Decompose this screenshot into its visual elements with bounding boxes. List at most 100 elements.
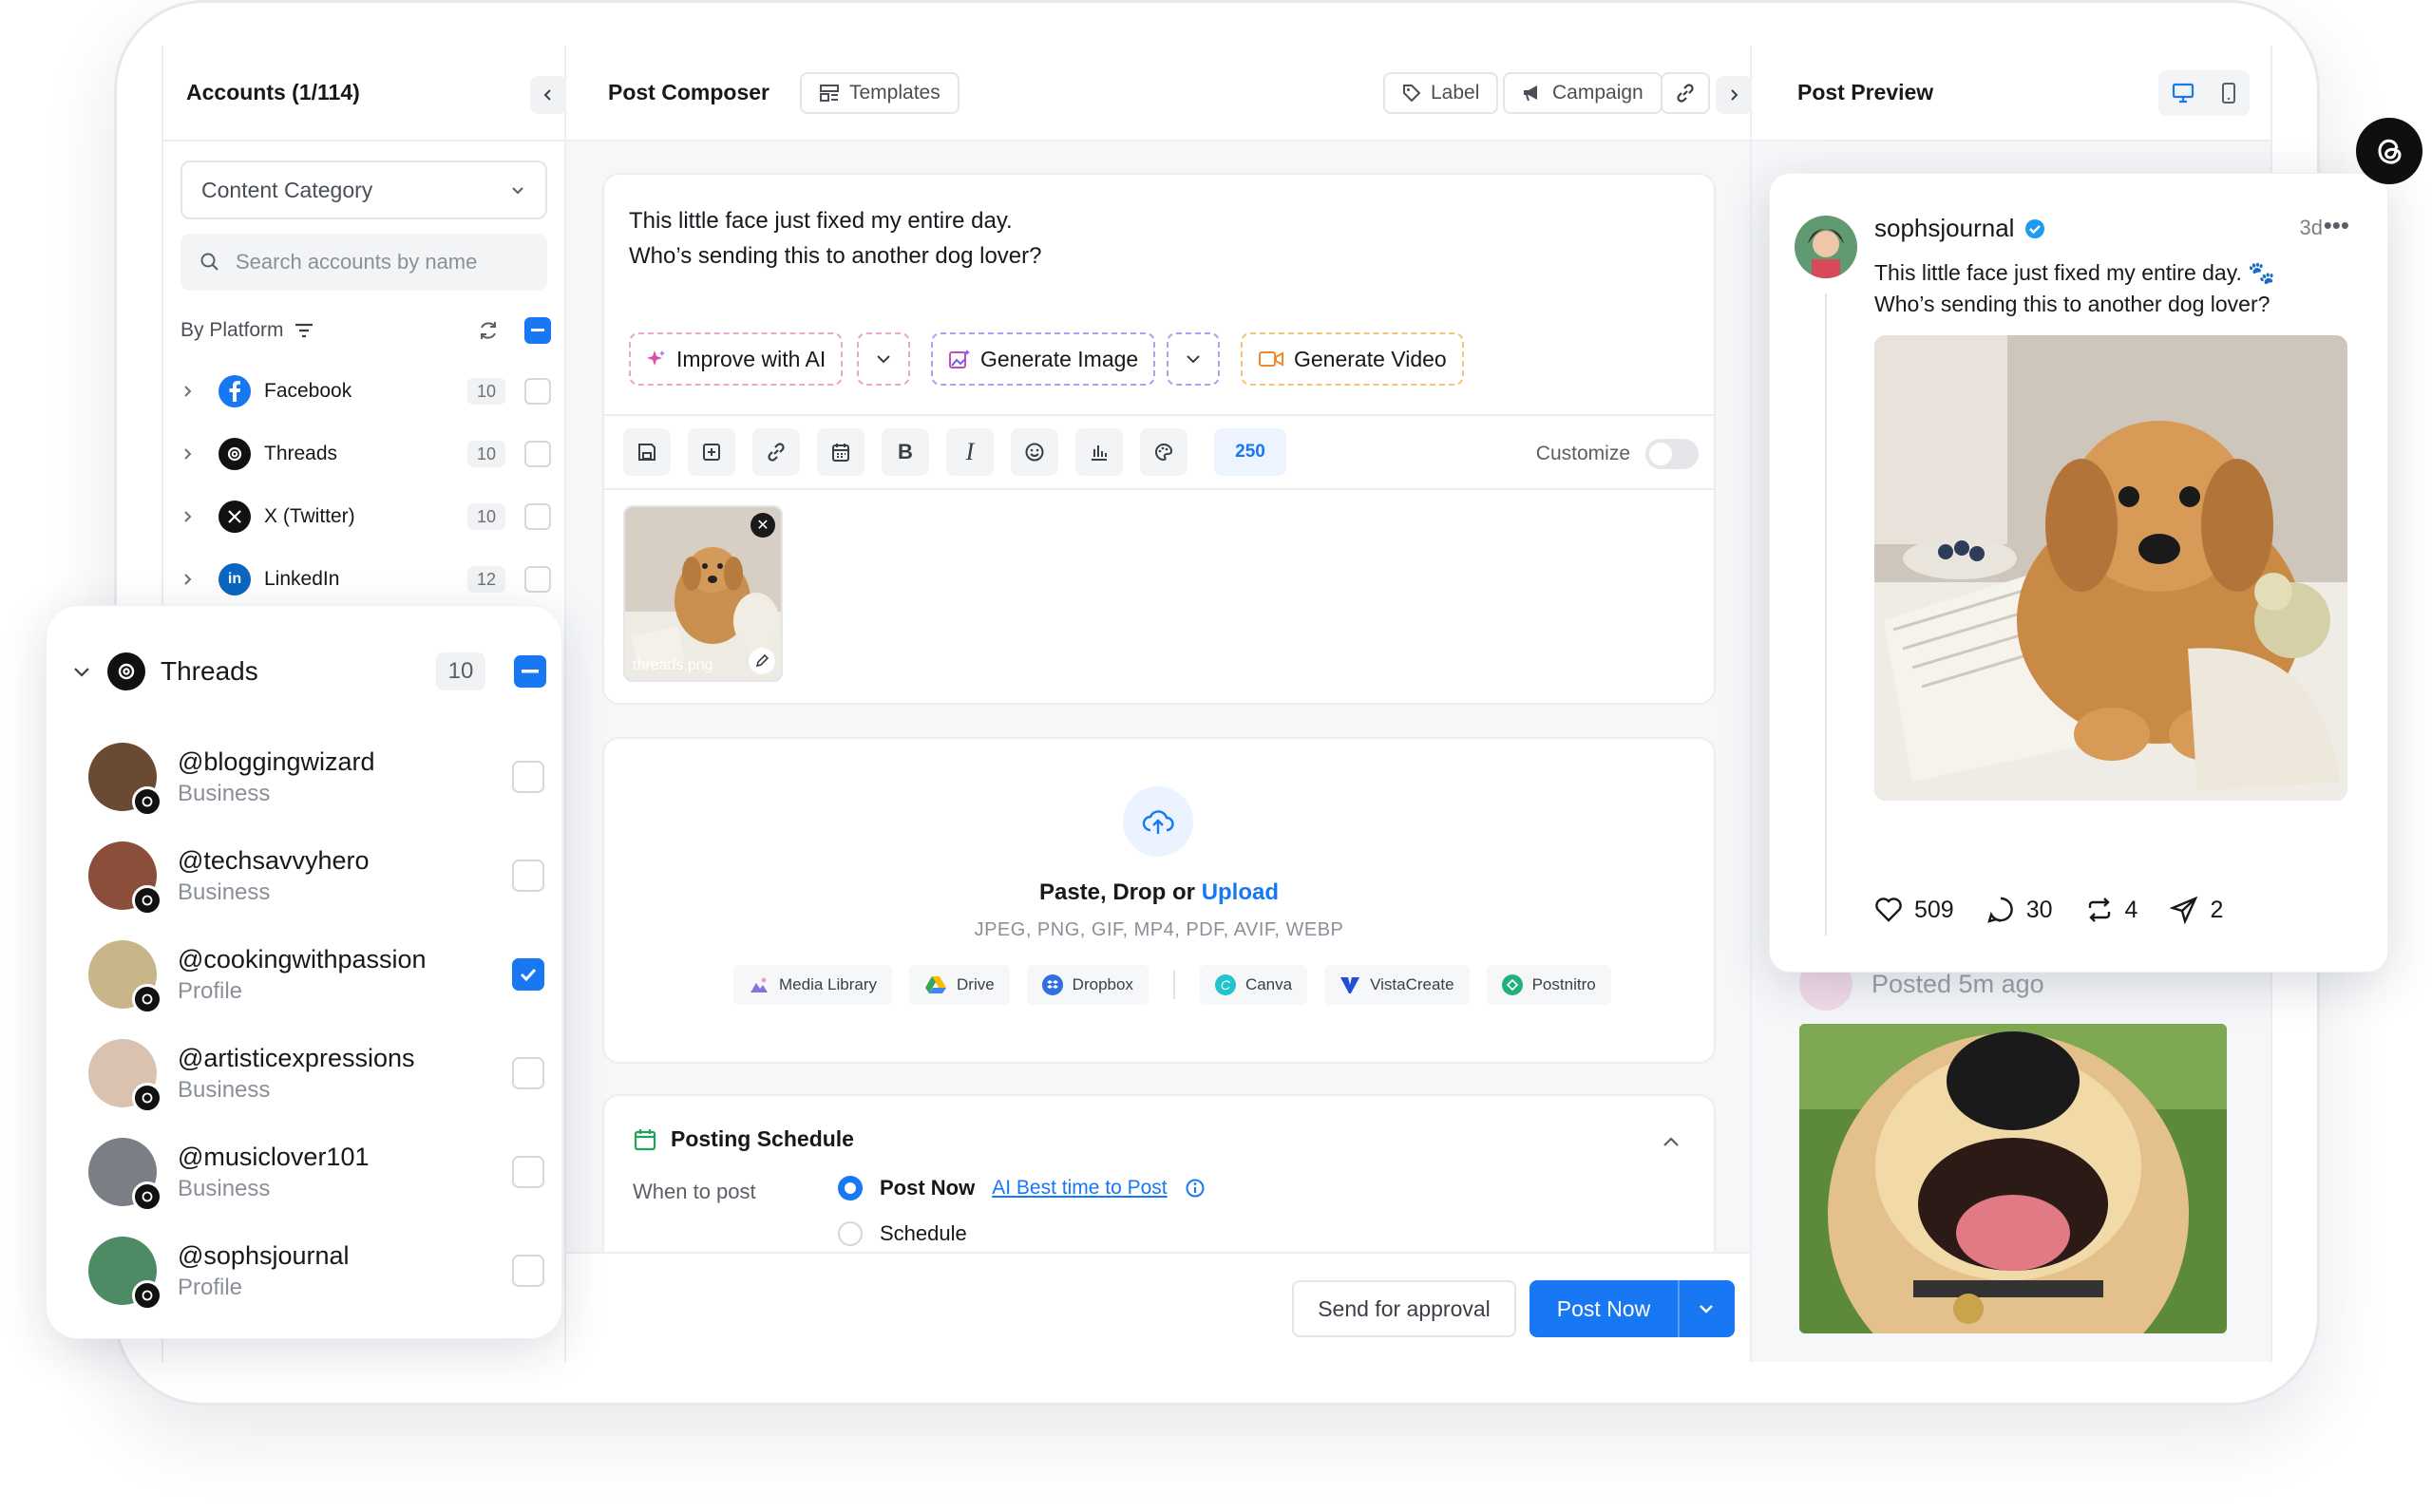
account-search-input[interactable]: Search accounts by name	[180, 234, 547, 291]
accounts-title: Accounts (1/114)	[186, 80, 360, 104]
platform-filter-label: By Platform	[180, 319, 284, 341]
post-text-editor[interactable]: This little face just fixed my entire da…	[629, 203, 1042, 274]
generate-video-button[interactable]: Generate Video	[1241, 332, 1464, 386]
platform-checkbox[interactable]	[524, 378, 551, 405]
platform-row-x[interactable]: X (Twitter) 10	[180, 495, 551, 539]
collapse-right-button[interactable]	[1716, 76, 1752, 114]
repost-action[interactable]: 4	[2085, 897, 2138, 924]
send-for-approval-button[interactable]: Send for approval	[1292, 1280, 1516, 1337]
upload-dropzone[interactable]: Paste, Drop or Upload JPEG, PNG, GIF, MP…	[602, 737, 1716, 1064]
campaign-button[interactable]: Campaign	[1503, 72, 1662, 114]
link-button[interactable]	[1661, 72, 1710, 114]
media-library-button[interactable]: Media Library	[733, 965, 892, 1005]
like-action[interactable]: 509	[1874, 897, 1954, 924]
account-checkbox[interactable]	[512, 761, 544, 793]
schedule-option[interactable]: Schedule	[838, 1221, 967, 1246]
generate-image-options-button[interactable]	[1167, 332, 1220, 386]
platform-checkbox[interactable]	[524, 441, 551, 467]
account-row[interactable]: @artisticexpressions Business	[88, 1035, 544, 1113]
x-icon	[218, 501, 251, 533]
post-now-option[interactable]: Post Now AI Best time to Post	[838, 1176, 1206, 1200]
post-options-button[interactable]	[1678, 1280, 1733, 1337]
platform-checkbox[interactable]	[524, 503, 551, 530]
emoji-button[interactable]	[1011, 428, 1058, 476]
upload-link[interactable]: Upload	[1202, 879, 1279, 905]
search-placeholder: Search accounts by name	[236, 250, 478, 274]
postnitro-button[interactable]: Postnitro	[1486, 965, 1611, 1005]
customize-toggle[interactable]	[1645, 439, 1699, 469]
account-row[interactable]: @musiclover101 Business	[88, 1134, 544, 1212]
attached-image[interactable]: ✕ threads.png	[623, 505, 783, 682]
platform-row-facebook[interactable]: Facebook 10	[180, 369, 551, 413]
tag-icon	[1403, 85, 1421, 103]
threads-group-header[interactable]: Threads 10	[71, 648, 546, 695]
label-button[interactable]: Label	[1383, 72, 1499, 114]
account-row[interactable]: @sophsjournal Profile	[88, 1233, 544, 1311]
account-checkbox[interactable]	[512, 958, 544, 991]
chevron-down-icon	[1187, 355, 1200, 364]
chevron-up-icon[interactable]	[1661, 1132, 1682, 1153]
preview-text-line: Who’s sending this to another dog lover?	[1874, 292, 2270, 316]
dropbox-button[interactable]: Dropbox	[1026, 965, 1149, 1005]
content-category-select[interactable]: Content Category	[180, 161, 547, 219]
generate-image-button[interactable]: Generate Image	[931, 332, 1156, 386]
remove-image-button[interactable]: ✕	[750, 513, 775, 538]
select-all-checkbox[interactable]	[524, 317, 551, 344]
desktop-icon[interactable]	[2172, 83, 2194, 104]
filter-icon[interactable]	[294, 322, 314, 339]
send-icon	[2170, 896, 2198, 924]
vistacreate-button[interactable]: VistaCreate	[1324, 965, 1470, 1005]
account-row[interactable]: @techsavvyhero Business	[88, 838, 544, 916]
mobile-icon[interactable]	[2220, 82, 2237, 104]
account-checkbox[interactable]	[512, 1255, 544, 1287]
account-checkbox[interactable]	[512, 1156, 544, 1188]
info-icon[interactable]	[1185, 1178, 1206, 1199]
platform-checkbox[interactable]	[524, 566, 551, 593]
platform-row-threads[interactable]: Threads 10	[180, 432, 551, 476]
threads-group-checkbox[interactable]	[514, 655, 546, 688]
comment-action[interactable]: 30	[1986, 896, 2053, 924]
drive-button[interactable]: Drive	[909, 965, 1010, 1005]
edit-image-button[interactable]	[749, 648, 775, 674]
poll-button[interactable]	[1075, 428, 1123, 476]
palette-button[interactable]	[1140, 428, 1188, 476]
share-action[interactable]: 2	[2170, 896, 2223, 924]
media-add-icon	[703, 444, 720, 461]
collapse-left-button[interactable]	[530, 76, 566, 114]
calendar-button[interactable]	[817, 428, 864, 476]
chevron-down-icon	[74, 668, 89, 677]
ai-best-time-link[interactable]: AI Best time to Post	[992, 1177, 1167, 1200]
insert-link-button[interactable]	[752, 428, 800, 476]
account-checkbox[interactable]	[512, 1057, 544, 1089]
platform-name: Facebook	[264, 380, 352, 402]
schedule-header[interactable]: Posting Schedule	[633, 1126, 854, 1152]
editor-card: This little face just fixed my entire da…	[602, 173, 1716, 705]
templates-button[interactable]: Templates	[800, 72, 960, 114]
source-label: Canva	[1244, 975, 1293, 993]
comment-icon	[1986, 897, 2013, 923]
upload-cloud-icon	[1123, 786, 1193, 857]
account-row[interactable]: @bloggingwizard Business	[88, 739, 544, 817]
improve-ai-options-button[interactable]	[857, 332, 910, 386]
threads-badge-icon	[132, 786, 162, 817]
bold-button[interactable]: B	[882, 428, 929, 476]
more-options-icon[interactable]: •••	[2324, 213, 2349, 237]
refresh-icon[interactable]	[477, 319, 500, 342]
canva-button[interactable]: C Canva	[1199, 965, 1308, 1005]
repost-count: 4	[2124, 896, 2138, 923]
threads-group-count: 10	[436, 652, 485, 690]
account-row[interactable]: @cookingwithpassion Profile	[88, 936, 544, 1014]
save-draft-button[interactable]	[623, 428, 671, 476]
account-checkbox[interactable]	[512, 860, 544, 892]
italic-button[interactable]: I	[946, 428, 994, 476]
platform-row-linkedin[interactable]: in LinkedIn 12	[180, 558, 551, 601]
chevron-right-icon	[184, 448, 192, 460]
preview-image	[1874, 335, 2347, 801]
threads-badge-icon	[132, 885, 162, 916]
improve-ai-button[interactable]: Improve with AI	[629, 332, 844, 386]
account-handle: @sophsjournal	[178, 1240, 350, 1270]
schedule-radio[interactable]	[838, 1221, 863, 1246]
post-now-button[interactable]: Post Now	[1530, 1280, 1735, 1337]
post-now-radio[interactable]	[838, 1176, 863, 1200]
media-button[interactable]	[688, 428, 735, 476]
